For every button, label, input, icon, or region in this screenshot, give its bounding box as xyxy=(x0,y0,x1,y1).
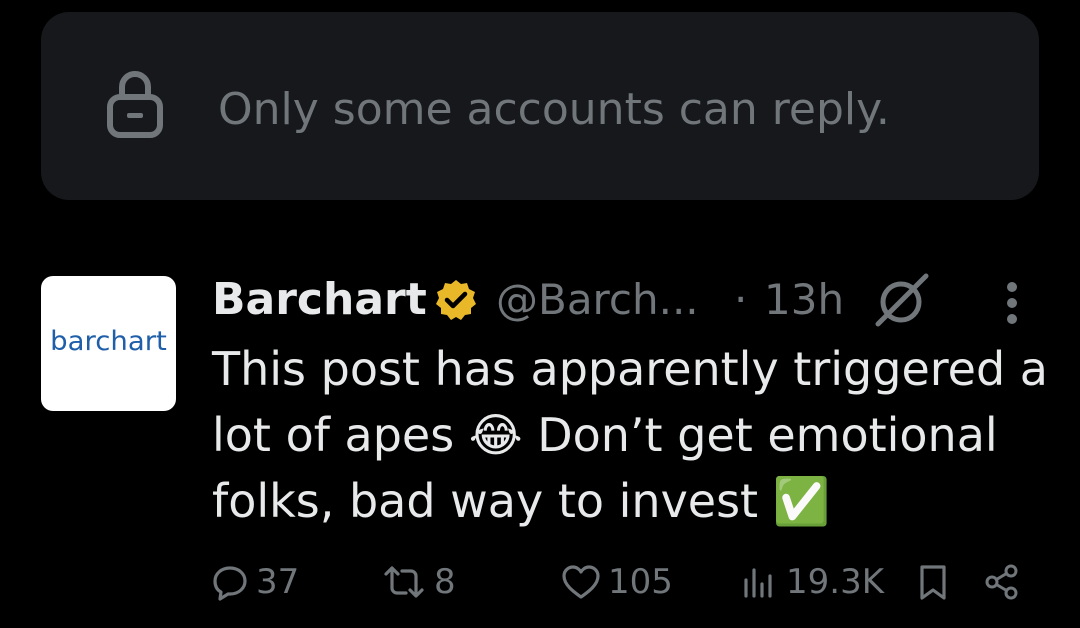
reply-icon xyxy=(213,566,247,601)
post-text-line: lot of apes 😂 Don’t get emotional xyxy=(212,408,998,462)
post-header: Barchart @Barch... · 13h xyxy=(212,270,992,330)
repost-button[interactable]: 8 xyxy=(380,552,456,612)
lock-icon xyxy=(107,71,163,138)
reply-button[interactable]: 37 xyxy=(210,552,299,612)
views-chart-icon xyxy=(744,568,772,598)
share-button[interactable] xyxy=(982,552,1022,612)
share-icon xyxy=(985,564,1018,600)
repost-icon xyxy=(384,566,424,598)
avatar-logo-text: barchart xyxy=(50,326,167,357)
bookmark-button[interactable] xyxy=(915,552,951,612)
like-button[interactable]: 105 xyxy=(560,552,673,612)
author-handle[interactable]: @Barch... xyxy=(496,270,699,330)
verified-badge-icon[interactable] xyxy=(434,278,478,322)
avatar[interactable]: barchart xyxy=(41,276,176,411)
like-count: 105 xyxy=(608,562,673,602)
reply-count: 37 xyxy=(256,562,300,602)
reply-restriction-text: Only some accounts can reply. xyxy=(218,84,890,135)
separator-dot: · xyxy=(734,275,748,324)
post-text-line: This post has apparently triggered a xyxy=(212,342,1048,396)
author-name[interactable]: Barchart xyxy=(212,270,427,330)
post-timestamp[interactable]: 13h xyxy=(764,270,844,330)
bookmark-icon xyxy=(920,565,946,600)
more-options-icon[interactable] xyxy=(1000,279,1024,327)
post-action-bar: 37 8 105 19.3K xyxy=(0,552,1080,612)
views-button[interactable]: 19.3K xyxy=(740,552,884,612)
repost-count: 8 xyxy=(434,562,456,602)
view-count: 19.3K xyxy=(786,562,884,602)
restricted-replies-icon xyxy=(875,273,929,327)
post-body: This post has apparently triggered a lot… xyxy=(212,336,1052,534)
post-text-line: folks, bad way to invest ✅ xyxy=(212,474,830,528)
heart-icon xyxy=(562,565,600,599)
